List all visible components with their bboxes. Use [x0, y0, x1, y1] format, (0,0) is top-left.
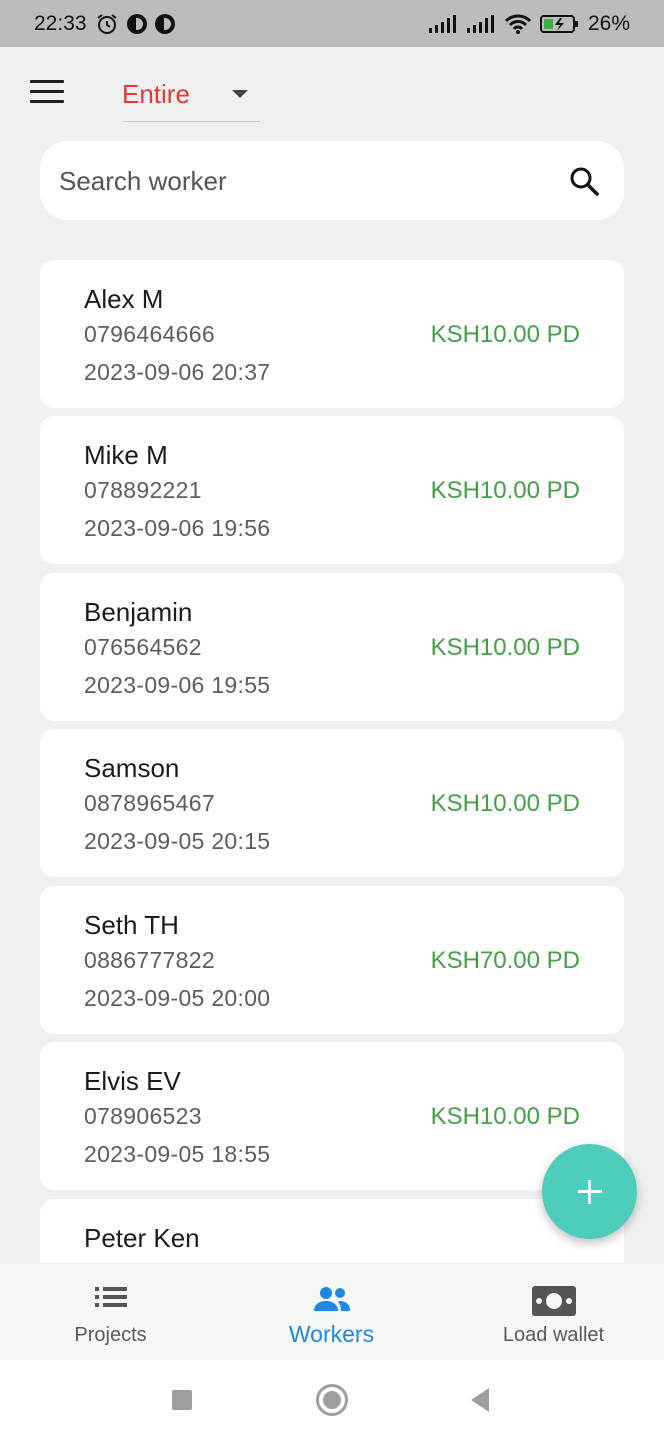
- nav-projects[interactable]: Projects: [0, 1264, 221, 1360]
- signal-icon-2: [466, 14, 494, 33]
- worker-amount: KSH10.00 PD: [430, 1103, 580, 1130]
- worker-amount: KSH10.00 PD: [430, 634, 580, 661]
- worker-date: 2023-09-06 20:37: [84, 359, 271, 385]
- worker-phone: 0886777822: [84, 947, 215, 973]
- status-time: 22:33: [34, 11, 87, 35]
- money-icon: [531, 1286, 576, 1316]
- people-icon: [313, 1287, 350, 1311]
- worker-amount: KSH70.00 PD: [430, 947, 580, 974]
- nav-load-wallet[interactable]: Load wallet: [443, 1264, 664, 1360]
- search-icon[interactable]: [568, 165, 600, 197]
- worker-name: Alex M: [84, 284, 164, 314]
- nav-label: Projects: [74, 1324, 147, 1346]
- worker-date: 2023-09-05 20:15: [84, 828, 271, 854]
- signal-icon: [428, 14, 456, 33]
- home-icon[interactable]: [316, 1384, 348, 1416]
- worker-list[interactable]: Alex M 0796464666 2023-09-06 20:37 KSH10…: [40, 260, 624, 1263]
- system-navigation-bar: [0, 1360, 664, 1440]
- worker-date: 2023-09-06 19:56: [84, 515, 271, 541]
- nav-label: Workers: [288, 1321, 375, 1347]
- worker-phone: 078906523: [84, 1103, 202, 1129]
- worker-name: Samson: [84, 753, 180, 783]
- add-worker-button[interactable]: [542, 1144, 637, 1239]
- alarm-icon: [96, 13, 117, 34]
- worker-amount: KSH10.00 PD: [430, 477, 580, 504]
- worker-card[interactable]: Mike M 078892221 2023-09-06 19:56 KSH10.…: [40, 416, 624, 564]
- dropdown-arrow-icon: [232, 90, 248, 98]
- worker-phone: 0796464666: [84, 321, 215, 347]
- project-filter-dropdown[interactable]: Entire: [122, 69, 260, 122]
- bottom-navigation: Projects Workers Load wallet: [0, 1264, 664, 1361]
- worker-card[interactable]: Elvis EV 078906523 2023-09-05 18:55 KSH1…: [40, 1042, 624, 1190]
- worker-card[interactable]: Benjamin 076564562 2023-09-06 19:55 KSH1…: [40, 573, 624, 721]
- search-input[interactable]: [57, 157, 541, 205]
- worker-phone: 0878965467: [84, 790, 215, 816]
- worker-card[interactable]: Seth TH 0886777822 2023-09-05 20:00 KSH7…: [40, 886, 624, 1034]
- status-bar: 22:33 26%: [0, 0, 664, 47]
- worker-date: 2023-09-05 20:00: [84, 985, 271, 1011]
- worker-card[interactable]: Samson 0878965467 2023-09-05 20:15 KSH10…: [40, 729, 624, 877]
- app-bar: Entire: [0, 47, 664, 142]
- battery-level: 26%: [587, 11, 630, 35]
- worker-name: Mike M: [84, 440, 168, 470]
- worker-amount: KSH10.00 PD: [430, 790, 580, 817]
- back-icon[interactable]: [471, 1388, 489, 1412]
- worker-name: Benjamin: [84, 597, 193, 627]
- worker-card[interactable]: Alex M 0796464666 2023-09-06 20:37 KSH10…: [40, 260, 624, 408]
- worker-phone: 076564562: [84, 634, 202, 660]
- worker-amount: KSH10.00 PD: [430, 321, 580, 348]
- worker-name: Peter Ken: [84, 1223, 200, 1253]
- app-notification-icon: [126, 13, 147, 34]
- menu-button[interactable]: [30, 80, 64, 108]
- battery-icon: [539, 14, 578, 33]
- app-notification-icon-2: [154, 13, 175, 34]
- worker-name: Elvis EV: [84, 1066, 181, 1096]
- worker-card[interactable]: Peter Ken: [40, 1199, 624, 1263]
- worker-phone: 078892221: [84, 477, 202, 503]
- worker-name: Seth TH: [84, 910, 179, 940]
- nav-workers[interactable]: Workers: [221, 1264, 442, 1360]
- nav-label: Load wallet: [502, 1324, 605, 1346]
- recents-icon[interactable]: [172, 1390, 192, 1410]
- wifi-icon: [504, 14, 532, 34]
- worker-date: 2023-09-05 18:55: [84, 1141, 271, 1167]
- filter-value: Entire: [122, 79, 190, 109]
- worker-date: 2023-09-06 19:55: [84, 672, 271, 698]
- list-icon: [94, 1287, 127, 1307]
- search-bar: [40, 141, 624, 220]
